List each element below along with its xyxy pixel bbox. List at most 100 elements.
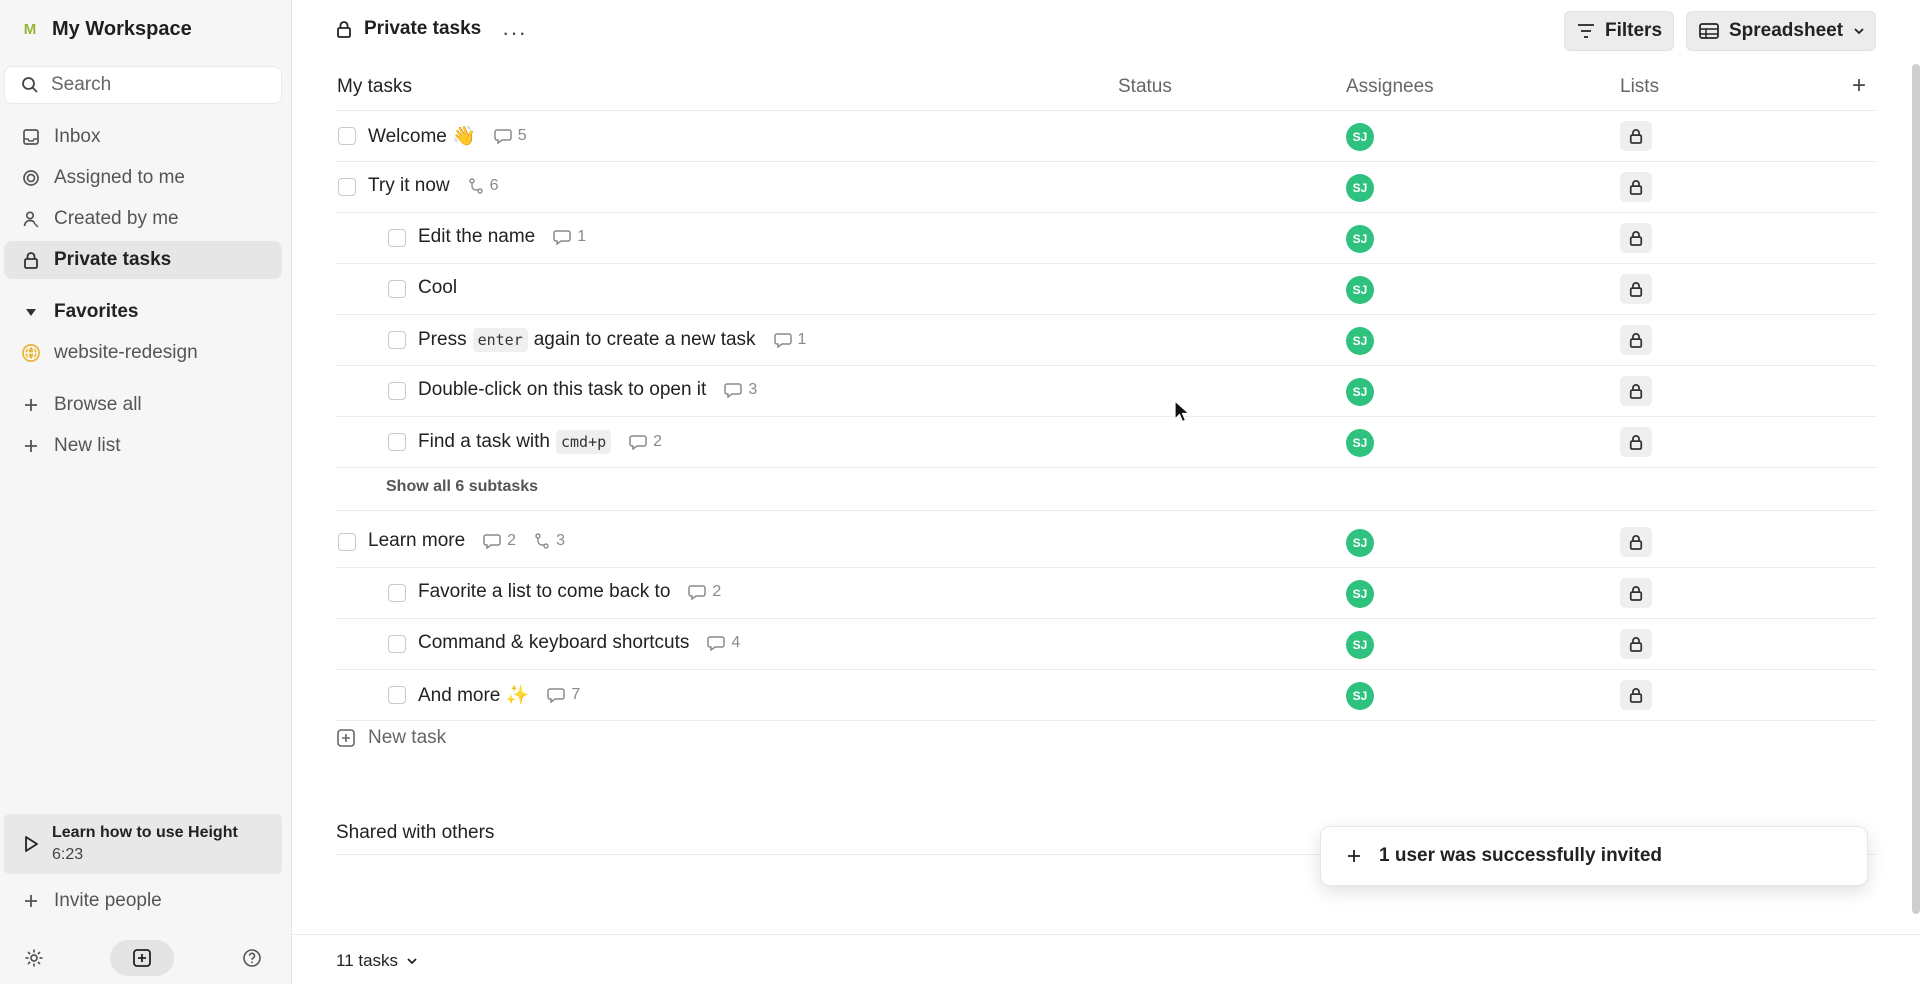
comment-count[interactable]: 3 bbox=[724, 381, 757, 399]
table-row[interactable]: Find a task with cmd+p 2 SJ bbox=[336, 417, 1876, 468]
column-header-my-tasks[interactable]: My tasks bbox=[337, 76, 412, 98]
list-lock-icon[interactable] bbox=[1620, 121, 1652, 151]
list-lock-icon[interactable] bbox=[1620, 680, 1652, 710]
assignee-avatar[interactable]: SJ bbox=[1346, 429, 1374, 457]
comment-icon bbox=[494, 128, 512, 144]
list-lock-icon[interactable] bbox=[1620, 325, 1652, 355]
table-row[interactable]: Command & keyboard shortcuts 4 SJ bbox=[336, 619, 1876, 670]
comment-count[interactable]: 7 bbox=[547, 686, 580, 704]
table-row[interactable]: Cool SJ bbox=[336, 264, 1876, 315]
sidebar-item-private-tasks[interactable]: Private tasks bbox=[4, 241, 282, 279]
task-title-text: Cool bbox=[418, 277, 458, 298]
subtask-count[interactable]: 3 bbox=[534, 532, 565, 550]
sidebar-item-website-redesign[interactable]: website-redesign bbox=[4, 334, 282, 372]
sidebar-item-inbox[interactable]: Inbox bbox=[4, 118, 282, 156]
column-header-lists[interactable]: Lists bbox=[1620, 76, 1659, 98]
add-column-button[interactable]: + bbox=[1852, 72, 1866, 100]
task-checkbox[interactable] bbox=[388, 584, 406, 602]
assignee-avatar[interactable]: SJ bbox=[1346, 580, 1374, 608]
task-title[interactable]: Cool bbox=[418, 277, 457, 299]
more-options-button[interactable]: ··· bbox=[502, 20, 527, 46]
settings-icon[interactable] bbox=[20, 940, 48, 976]
table-row[interactable]: Try it now 6 SJ bbox=[336, 162, 1876, 213]
view-switcher-dropdown[interactable]: Spreadsheet bbox=[1686, 11, 1876, 51]
comment-count[interactable]: 5 bbox=[494, 127, 527, 145]
task-title[interactable]: Command & keyboard shortcuts 4 bbox=[418, 632, 740, 654]
new-task-button[interactable]: New task bbox=[336, 727, 446, 749]
list-lock-icon[interactable] bbox=[1620, 578, 1652, 608]
sidebar-item-assigned[interactable]: Assigned to me bbox=[4, 159, 282, 197]
assignee-avatar[interactable]: SJ bbox=[1346, 378, 1374, 406]
scrollbar[interactable] bbox=[1912, 64, 1920, 914]
task-title[interactable]: Press enter again to create a new task 1 bbox=[418, 328, 806, 352]
browse-all-button[interactable]: Browse all bbox=[4, 386, 282, 424]
comment-count[interactable]: 2 bbox=[629, 433, 662, 451]
task-checkbox[interactable] bbox=[338, 127, 356, 145]
task-title[interactable]: And more ✨ 7 bbox=[418, 683, 580, 707]
column-header-status[interactable]: Status bbox=[1118, 76, 1172, 98]
assignee-avatar[interactable]: SJ bbox=[1346, 276, 1374, 304]
shared-section-title[interactable]: Shared with others bbox=[336, 822, 494, 844]
assignee-avatar[interactable]: SJ bbox=[1346, 529, 1374, 557]
task-checkbox[interactable] bbox=[338, 178, 356, 196]
task-title-text: And more ✨ bbox=[418, 685, 530, 706]
assignee-avatar[interactable]: SJ bbox=[1346, 123, 1374, 151]
table-row[interactable]: Double-click on this task to open it 3 SJ bbox=[336, 366, 1876, 417]
invite-people-button[interactable]: Invite people bbox=[4, 882, 282, 920]
assignee-avatar[interactable]: SJ bbox=[1346, 327, 1374, 355]
sidebar-item-created[interactable]: Created by me bbox=[4, 200, 282, 238]
list-lock-icon[interactable] bbox=[1620, 527, 1652, 557]
list-lock-icon[interactable] bbox=[1620, 629, 1652, 659]
task-checkbox[interactable] bbox=[388, 229, 406, 247]
table-row[interactable]: Learn more 2 3 SJ bbox=[336, 517, 1876, 568]
comment-count[interactable]: 2 bbox=[688, 583, 721, 601]
plus-icon bbox=[20, 394, 42, 416]
task-checkbox[interactable] bbox=[388, 635, 406, 653]
filters-button[interactable]: Filters bbox=[1564, 11, 1674, 51]
subtask-count[interactable]: 6 bbox=[468, 177, 499, 195]
task-title[interactable]: Learn more 2 3 bbox=[368, 530, 565, 552]
task-title[interactable]: Edit the name 1 bbox=[418, 226, 586, 248]
assignee-avatar[interactable]: SJ bbox=[1346, 631, 1374, 659]
task-title[interactable]: Double-click on this task to open it 3 bbox=[418, 379, 757, 401]
task-title[interactable]: Welcome 👋 5 bbox=[368, 124, 527, 148]
search-input[interactable]: Search bbox=[4, 66, 282, 104]
learn-video-card[interactable]: Learn how to use Height 6:23 bbox=[4, 814, 282, 874]
sidebar-item-label: Private tasks bbox=[54, 249, 172, 270]
assignee-avatar[interactable]: SJ bbox=[1346, 225, 1374, 253]
list-lock-icon[interactable] bbox=[1620, 427, 1652, 457]
column-header-assignees[interactable]: Assignees bbox=[1346, 76, 1434, 98]
list-lock-icon[interactable] bbox=[1620, 172, 1652, 202]
task-title[interactable]: Find a task with cmd+p 2 bbox=[418, 430, 662, 454]
new-list-button[interactable]: New list bbox=[4, 427, 282, 465]
list-lock-icon[interactable] bbox=[1620, 376, 1652, 406]
create-task-button[interactable] bbox=[110, 940, 174, 976]
list-lock-icon[interactable] bbox=[1620, 274, 1652, 304]
table-row[interactable]: Favorite a list to come back to 2 SJ bbox=[336, 568, 1876, 619]
comment-count[interactable]: 4 bbox=[707, 634, 740, 652]
task-checkbox[interactable] bbox=[388, 382, 406, 400]
task-title[interactable]: Favorite a list to come back to 2 bbox=[418, 581, 721, 603]
task-checkbox[interactable] bbox=[388, 331, 406, 349]
workspace-switcher[interactable]: M My Workspace bbox=[20, 18, 192, 41]
assignee-avatar[interactable]: SJ bbox=[1346, 174, 1374, 202]
comment-count[interactable]: 1 bbox=[553, 228, 586, 246]
table-row[interactable]: And more ✨ 7 SJ bbox=[336, 670, 1876, 721]
task-checkbox[interactable] bbox=[388, 686, 406, 704]
favorites-section-toggle[interactable]: Favorites bbox=[4, 293, 282, 331]
task-count-dropdown[interactable]: 11 tasks bbox=[336, 951, 418, 971]
task-checkbox[interactable] bbox=[338, 533, 356, 551]
chevron-down-icon bbox=[406, 955, 418, 967]
comment-count[interactable]: 2 bbox=[483, 532, 516, 550]
table-row[interactable]: Press enter again to create a new task 1 SJ bbox=[336, 315, 1876, 366]
list-lock-icon[interactable] bbox=[1620, 223, 1652, 253]
comment-count[interactable]: 1 bbox=[773, 331, 806, 349]
task-title[interactable]: Try it now 6 bbox=[368, 175, 499, 197]
task-checkbox[interactable] bbox=[388, 433, 406, 451]
assignee-avatar[interactable]: SJ bbox=[1346, 682, 1374, 710]
table-row[interactable]: Welcome 👋 5 SJ bbox=[336, 111, 1876, 162]
task-checkbox[interactable] bbox=[388, 280, 406, 298]
help-icon[interactable] bbox=[238, 940, 266, 976]
show-all-subtasks-link[interactable]: Show all 6 subtasks bbox=[386, 478, 538, 496]
table-row[interactable]: Edit the name 1 SJ bbox=[336, 213, 1876, 264]
